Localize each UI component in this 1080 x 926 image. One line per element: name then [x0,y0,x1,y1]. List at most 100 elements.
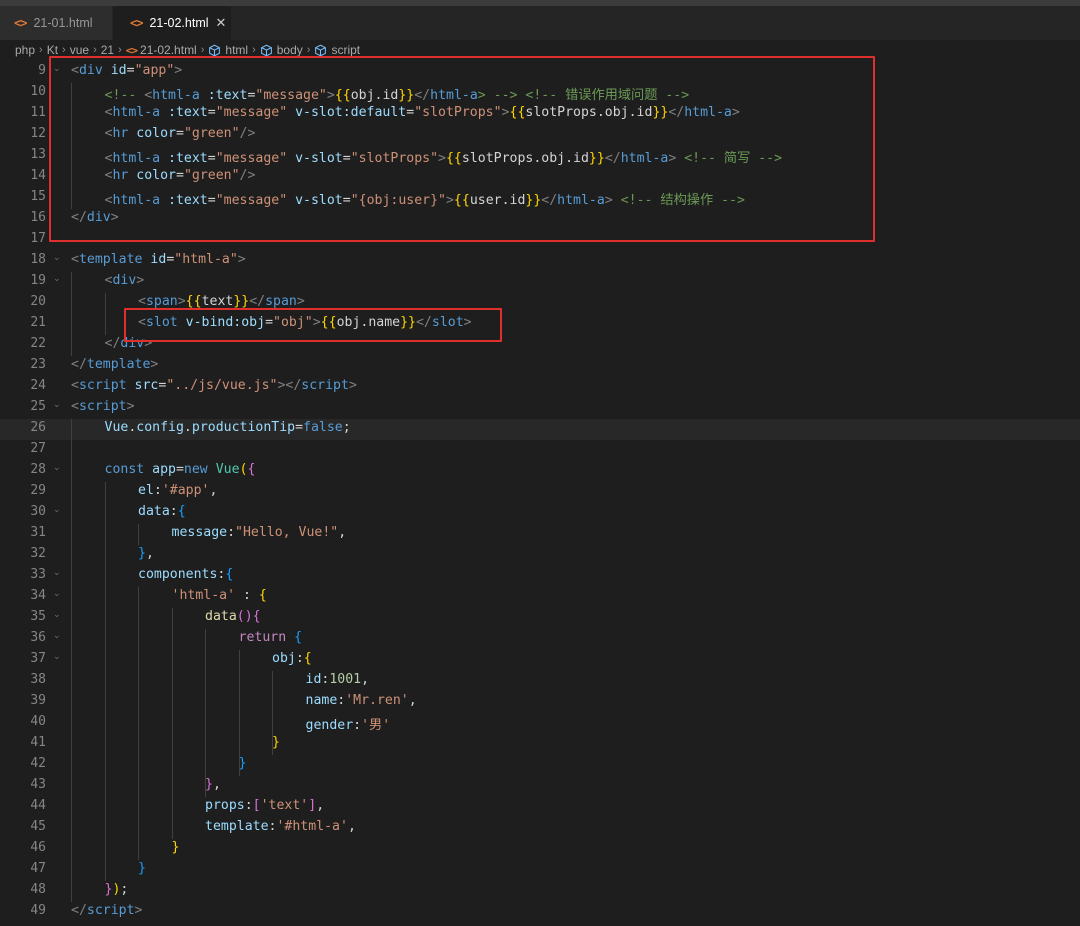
breadcrumb-item[interactable]: php [15,43,35,57]
indent-guide [71,272,72,356]
code-line-26[interactable]: 26 Vue.config.productionTip=false; [0,419,1080,440]
code-token: id [102,63,127,78]
code-line-24[interactable]: 24 <script src="../js/vue.js"></script> [0,377,1080,398]
breadcrumb-item[interactable]: 21 [101,43,114,57]
line-number: 45 [30,819,46,834]
code-line-27[interactable]: 27 [0,440,1080,461]
code-line-9[interactable]: 9 ⌄ <div id="app"> [0,62,1080,83]
code-line-28[interactable]: 28 ⌄ const app=new Vue({ [0,461,1080,482]
code-line-42[interactable]: 42} [0,755,1080,776]
code-token: : [227,525,236,540]
code-line-22[interactable]: 22 </div> [0,335,1080,356]
code-token: }} [525,193,542,208]
fold-chevron-icon[interactable]: ⌄ [53,253,61,263]
code-line-34[interactable]: 34 ⌄ 'html-a' : { [0,587,1080,608]
code-line-49[interactable]: 49 </script> [0,902,1080,923]
code-line-20[interactable]: 20 <span>{{text}}</span> [0,293,1080,314]
code-token: = [342,193,351,208]
line-number: 19 [30,273,46,288]
tab-label: 21-02.html [149,16,209,30]
line-number: 33 [30,567,46,582]
code-token: > [445,193,454,208]
code-line-25[interactable]: 25 ⌄ <script> [0,398,1080,419]
code-token: }} [233,294,250,309]
breadcrumb-item[interactable]: script [331,43,360,57]
code-token: text [201,294,234,309]
code-line-17[interactable]: 17 [0,230,1080,251]
code-editor[interactable]: 9 ⌄ <div id="app"> 10 <!-- <html-a :text="me… [0,56,1080,926]
breadcrumb-item[interactable]: 21-02.html [140,43,197,57]
line-number: 30 [30,504,46,519]
code-line-19[interactable]: 19 ⌄ <div> [0,272,1080,293]
code-token: template [78,252,143,267]
fold-chevron-icon[interactable]: ⌄ [53,64,61,74]
fold-chevron-icon[interactable]: ⌄ [53,568,61,578]
fold-chevron-icon[interactable]: ⌄ [53,505,61,515]
fold-chevron-icon[interactable]: ⌄ [53,400,61,410]
fold-chevron-icon[interactable]: ⌄ [53,463,61,473]
code-line-13[interactable]: 13 <html-a :text="message" v-slot="slotPr… [0,146,1080,167]
code-line-35[interactable]: 35 ⌄ data(){ [0,608,1080,629]
code-line-38[interactable]: 38 id:1001, [0,671,1080,692]
code-token: div [86,210,111,225]
breadcrumb-item[interactable]: Kt [47,43,58,57]
code-line-29[interactable]: 29 el:'#app', [0,482,1080,503]
code-line-18[interactable]: 18 ⌄ <template id="html-a"> [0,251,1080,272]
code-line-45[interactable]: 45 template:'#html-a', [0,818,1080,839]
line-number: 36 [30,630,46,645]
code-line-30[interactable]: 30 ⌄ data:{ [0,503,1080,524]
code-line-48[interactable]: 48}); [0,881,1080,902]
fold-chevron-icon[interactable]: ⌄ [53,652,61,662]
tab-21-02-html[interactable]: <> 21-02.html ✕ [113,6,231,40]
code-token: span [265,294,297,309]
line-number: 29 [30,483,46,498]
code-line-15[interactable]: 15 <html-a :text="message" v-slot="{obj:u… [0,188,1080,209]
code-line-23[interactable]: 23 </template> [0,356,1080,377]
code-line-21[interactable]: 21 <slot v-bind:obj="obj">{{obj.name}}</s… [0,314,1080,335]
line-number: 48 [30,882,46,897]
code-line-16[interactable]: 16 </div> [0,209,1080,230]
breadcrumb-item[interactable]: html [225,43,248,57]
code-line-33[interactable]: 33 ⌄ components:{ [0,566,1080,587]
code-line-32[interactable]: 32}, [0,545,1080,566]
code-line-44[interactable]: 44 props:['text'], [0,797,1080,818]
fold-chevron-icon[interactable]: ⌄ [53,274,61,284]
code-token: . [183,420,192,435]
code-line-11[interactable]: 11 <html-a :text="message" v-slot:default… [0,104,1080,125]
code-line-37[interactable]: 37 ⌄ obj:{ [0,650,1080,671]
code-token: > [312,315,321,330]
fold-chevron-icon[interactable]: ⌄ [53,589,61,599]
fold-chevron-icon[interactable]: ⌄ [53,631,61,641]
fold-chevron-icon[interactable]: ⌄ [53,610,61,620]
breadcrumb-item[interactable]: body [277,43,303,57]
code-line-36[interactable]: 36 ⌄ return { [0,629,1080,650]
code-token: "slotProps" [350,151,439,166]
code-line-12[interactable]: 12 <hr color="green"/> [0,125,1080,146]
code-line-47[interactable]: 47} [0,860,1080,881]
code-line-14[interactable]: 14 <hr color="green"/> [0,167,1080,188]
code-text: </script> [71,903,142,918]
tab-21-01-html[interactable]: <> 21-01.html [0,6,112,40]
html-file-icon: <> [14,16,27,30]
symbol-element-icon [315,44,327,56]
code-text: <html-a :text="message" v-slot:default="… [105,105,740,120]
code-token: productionTip [191,420,296,435]
code-token: , [347,819,356,834]
close-icon[interactable]: ✕ [216,15,227,31]
breadcrumb-item[interactable]: vue [70,43,89,57]
code-line-10[interactable]: 10 <!-- <html-a :text="message">{{obj.id}… [0,83,1080,104]
code-line-46[interactable]: 46} [0,839,1080,860]
line-number: 14 [30,168,46,183]
code-token: :text [199,88,248,103]
code-line-40[interactable]: 40 gender:'男' [0,713,1080,734]
html-file-icon: <> [125,43,138,57]
code-token: div [120,336,145,351]
code-line-41[interactable]: 41} [0,734,1080,755]
code-token: ></ [277,378,302,393]
code-line-39[interactable]: 39 name:'Mr.ren', [0,692,1080,713]
code-token: {{ [509,105,526,120]
code-token: > [237,252,246,267]
code-line-31[interactable]: 31 message:"Hello, Vue!", [0,524,1080,545]
code-line-43[interactable]: 43}, [0,776,1080,797]
code-token: > [134,903,143,918]
